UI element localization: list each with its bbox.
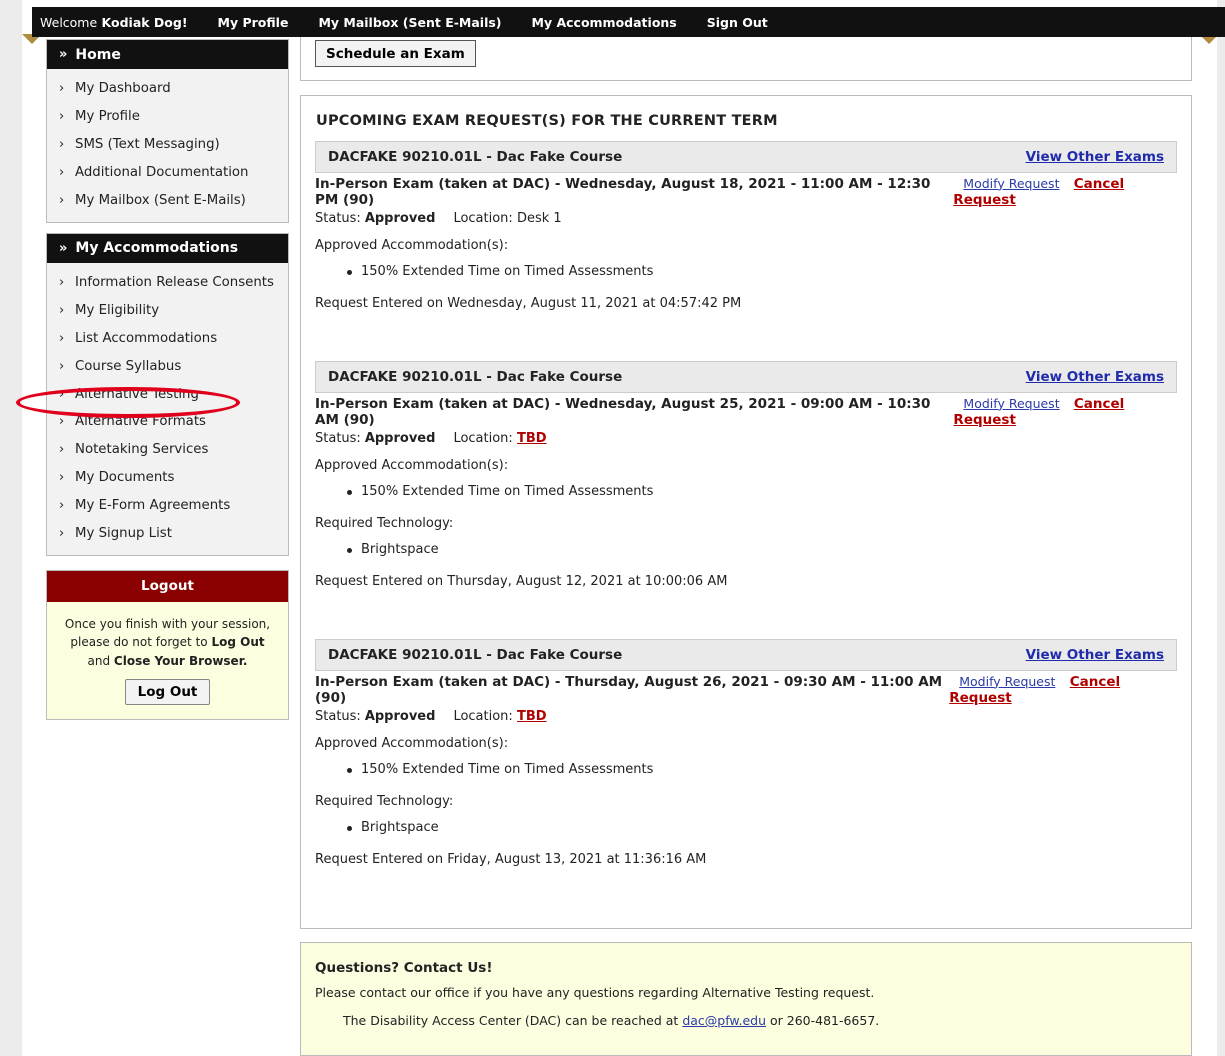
accommodation-item: 150% Extended Time on Timed Assessments: [315, 757, 1177, 782]
contact-text: Please contact our office if you have an…: [315, 985, 875, 1000]
welcome-text: Welcome Kodiak Dog!: [40, 14, 188, 30]
logout-message: Once you finish with your session, pleas…: [47, 602, 288, 720]
sidebar-item-alternative-testing[interactable]: › Alternative Testing: [47, 380, 288, 408]
sidebar-item-sms[interactable]: › SMS (Text Messaging): [47, 131, 288, 159]
sidebar-item-my-documents[interactable]: › My Documents: [47, 464, 288, 492]
status-value: Approved: [364, 709, 436, 724]
home-panel-header[interactable]: » Home: [47, 40, 288, 69]
chevron-right-icon: ›: [59, 525, 65, 541]
accommodations-panel-header[interactable]: » My Accommodations: [47, 233, 288, 263]
contact-details: The Disability Access Center (DAC) can b…: [343, 1013, 880, 1028]
sidebar-item-my-signup-list[interactable]: › My Signup List: [47, 519, 288, 547]
view-other-exams-link[interactable]: View Other Exams: [1026, 647, 1164, 663]
approved-accommodations-label: Approved Accommodation(s):: [315, 238, 509, 253]
status-row: Status: Approved Location: Desk 1: [315, 211, 562, 226]
log-out-button[interactable]: Log Out: [124, 679, 211, 706]
home-panel: » Home › My Dashboard › My Profile › SMS (T…: [46, 39, 289, 223]
sidebar-item-my-eligibility[interactable]: › My Eligibility: [47, 297, 288, 325]
chevron-right-icon: ›: [59, 192, 65, 208]
sidebar-item-my-dashboard[interactable]: › My Dashboard: [47, 75, 288, 103]
chevron-right-icon: ›: [59, 330, 65, 346]
section-title: UPCOMING EXAM REQUEST(S) FOR THE CURRENT…: [316, 113, 778, 129]
status-value: Approved: [364, 431, 436, 446]
required-technology-label: Required Technology:: [315, 516, 454, 531]
left-frame: [0, 0, 22, 1056]
exam-description: In-Person Exam (taken at DAC) - Wednesda…: [315, 175, 931, 208]
technology-item: Brightspace: [315, 815, 1177, 840]
chevron-right-icon: ›: [59, 358, 65, 374]
chevron-right-icon: ›: [59, 275, 65, 291]
contact-title: Questions? Contact Us!: [315, 960, 493, 976]
chevron-right-icon: ›: [59, 109, 65, 125]
exam-description-row: In-Person Exam (taken at DAC) - Thursday…: [315, 673, 1177, 706]
view-other-exams-link[interactable]: View Other Exams: [1026, 149, 1164, 165]
exam-description: In-Person Exam (taken at DAC) - Thursday…: [315, 673, 943, 706]
logout-panel: Logout Once you finish with your session…: [46, 569, 289, 721]
exam-description-row: In-Person Exam (taken at DAC) - Wednesda…: [315, 175, 1177, 208]
chevron-right-icon: ›: [59, 469, 65, 485]
modify-request-link[interactable]: Modify Request: [963, 396, 1059, 411]
double-chevron-down-icon: »: [59, 47, 68, 62]
chevron-right-icon: ›: [59, 164, 65, 180]
course-bar: DACFAKE 90210.01L - Dac Fake Course View…: [315, 361, 1177, 393]
top-nav-bar: Welcome Kodiak Dog! My Profile My Mailbo…: [32, 7, 1225, 37]
accommodation-item: 150% Extended Time on Timed Assessments: [315, 479, 1177, 504]
chevron-right-icon: ›: [59, 81, 65, 97]
location-tbd-link[interactable]: TBD: [517, 431, 547, 446]
approved-accommodations-label: Approved Accommodation(s):: [315, 736, 509, 751]
location-value: Desk 1: [516, 211, 562, 226]
accommodations-panel: » My Accommodations › Information Release…: [46, 232, 289, 556]
dac-email-link[interactable]: dac@pfw.edu: [682, 1013, 766, 1028]
top-link-my-profile[interactable]: My Profile: [218, 15, 289, 30]
exams-section: UPCOMING EXAM REQUEST(S) FOR THE CURRENT…: [300, 95, 1192, 929]
sidebar-item-additional-documentation[interactable]: › Additional Documentation: [47, 158, 288, 186]
main-content: Schedule an Exam UPCOMING EXAM REQUEST(S…: [300, 37, 1192, 929]
view-other-exams-link[interactable]: View Other Exams: [1026, 369, 1164, 385]
chevron-right-icon: ›: [59, 386, 65, 402]
chevron-right-icon: ›: [59, 136, 65, 152]
chevron-right-icon: ›: [59, 442, 65, 458]
sidebar-item-alternative-formats[interactable]: › Alternative Formats: [47, 408, 288, 436]
exam-description-row: In-Person Exam (taken at DAC) - Wednesda…: [315, 395, 1177, 428]
request-entered-text: Request Entered on Thursday, August 12, …: [315, 574, 728, 589]
top-link-my-mailbox[interactable]: My Mailbox (Sent E-Mails): [318, 15, 501, 30]
technology-item: Brightspace: [315, 537, 1177, 562]
request-entered-text: Request Entered on Friday, August 13, 20…: [315, 852, 707, 867]
course-name: DACFAKE 90210.01L - Dac Fake Course: [328, 149, 623, 165]
contact-box: Questions? Contact Us! Please contact ou…: [300, 942, 1192, 1056]
request-entered-text: Request Entered on Wednesday, August 11,…: [315, 296, 742, 311]
modify-request-link[interactable]: Modify Request: [963, 176, 1059, 191]
location-tbd-link[interactable]: TBD: [517, 709, 547, 724]
sidebar-item-notetaking-services[interactable]: › Notetaking Services: [47, 436, 288, 464]
sidebar-item-my-profile[interactable]: › My Profile: [47, 103, 288, 131]
approved-accommodations-label: Approved Accommodation(s):: [315, 458, 509, 473]
course-bar: DACFAKE 90210.01L - Dac Fake Course View…: [315, 141, 1177, 173]
course-bar: DACFAKE 90210.01L - Dac Fake Course View…: [315, 639, 1177, 671]
chevron-right-icon: ›: [59, 303, 65, 319]
status-value: Approved: [364, 211, 436, 226]
modify-request-link[interactable]: Modify Request: [959, 674, 1055, 689]
exam-description: In-Person Exam (taken at DAC) - Wednesda…: [315, 395, 931, 428]
status-row: Status: Approved Location: TBD: [315, 709, 547, 724]
top-link-sign-out[interactable]: Sign Out: [707, 15, 768, 30]
sidebar-item-my-eform-agreements[interactable]: › My E-Form Agreements: [47, 491, 288, 519]
sidebar-item-information-release-consents[interactable]: › Information Release Consents: [47, 269, 288, 297]
double-chevron-down-icon: »: [59, 240, 68, 256]
sidebar-item-list-accommodations[interactable]: › List Accommodations: [47, 325, 288, 353]
course-name: DACFAKE 90210.01L - Dac Fake Course: [328, 647, 623, 663]
required-technology-label: Required Technology:: [315, 794, 454, 809]
top-link-my-accommodations[interactable]: My Accommodations: [532, 15, 677, 30]
schedule-box: Schedule an Exam: [300, 37, 1192, 81]
logout-panel-header: Logout: [47, 570, 288, 602]
chevron-right-icon: ›: [59, 414, 65, 430]
sidebar-item-my-mailbox[interactable]: › My Mailbox (Sent E-Mails): [47, 186, 288, 214]
sidebar: » Home › My Dashboard › My Profile › SMS (T…: [46, 39, 289, 721]
right-frame: [1217, 0, 1225, 1056]
sidebar-item-course-syllabus[interactable]: › Course Syllabus: [47, 352, 288, 380]
course-name: DACFAKE 90210.01L - Dac Fake Course: [328, 369, 623, 385]
accommodation-item: 150% Extended Time on Timed Assessments: [315, 259, 1177, 284]
status-row: Status: Approved Location: TBD: [315, 431, 547, 446]
chevron-right-icon: ›: [59, 497, 65, 513]
schedule-exam-button[interactable]: Schedule an Exam: [315, 40, 476, 67]
